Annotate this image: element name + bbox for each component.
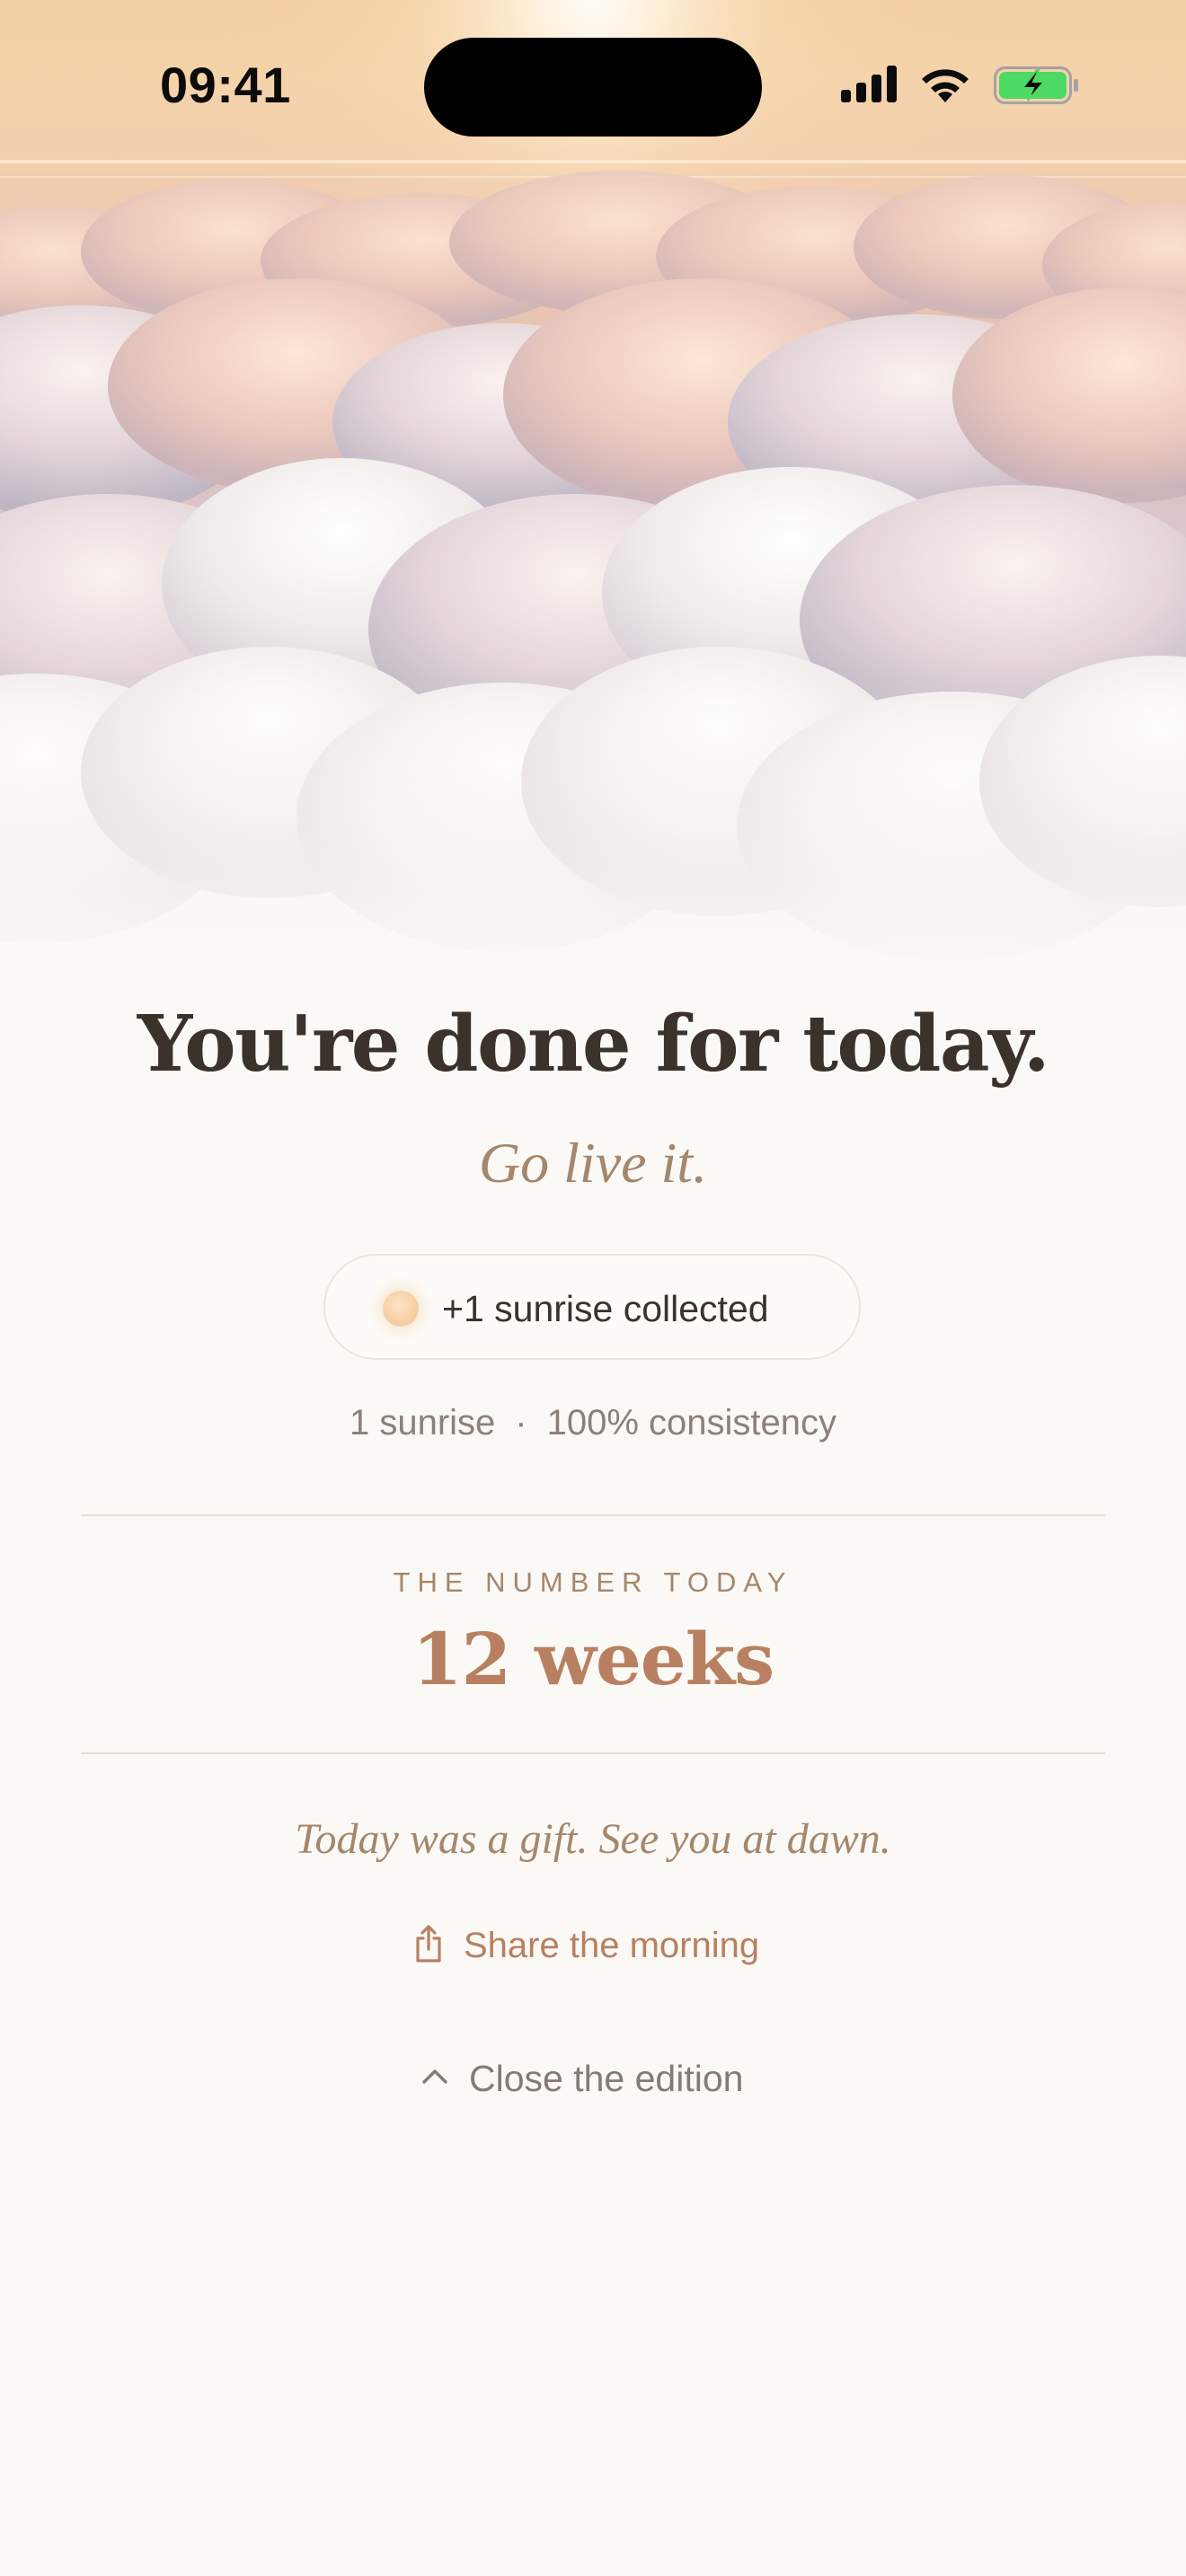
stats-row: 1 sunrise · 100% consistency [0,1403,1186,1443]
page-title: You're done for today. [137,999,1050,1090]
chevron-up-icon [420,2067,449,2091]
share-icon [413,1924,444,1968]
number-today-eyebrow: THE NUMBER TODAY [393,1566,793,1598]
status-icons [839,63,1082,108]
dynamic-island [424,38,762,137]
cellular-signal-icon [841,66,897,102]
divider-top [81,1514,1105,1516]
consistency-value: 100% consistency [546,1403,837,1442]
close-edition-label: Close the edition [469,2057,744,2099]
divider-bottom [81,1752,1105,1754]
sunrise-collected-badge: +1 sunrise collected [323,1254,861,1360]
badge-label: +1 sunrise collected [442,1288,769,1329]
share-button[interactable]: Share the morning [413,1920,759,1971]
share-label: Share the morning [464,1925,760,1965]
status-time: 09:41 [160,57,291,113]
hero-sky-image [0,0,1186,970]
close-edition-button[interactable]: Close the edition [420,2053,743,2104]
stats-separator: · [515,1403,527,1442]
sunrise-count: 1 sunrise [349,1403,496,1442]
number-today-value: 12 weeks [412,1617,774,1701]
closing-message: Today was a gift. See you at dawn. [295,1815,891,1863]
wifi-icon [922,69,969,102]
subtitle: Go live it. [478,1131,708,1195]
sun-icon [383,1291,419,1327]
battery-charging-icon [994,66,1078,104]
